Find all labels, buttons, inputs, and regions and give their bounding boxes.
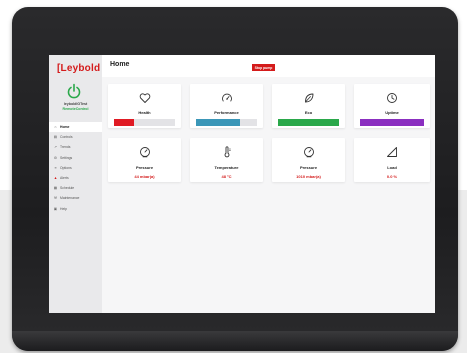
clock-icon: [387, 93, 397, 103]
card-title: Health: [138, 110, 151, 115]
sidebar-item-settings[interactable]: ⚙ Settings: [49, 153, 102, 163]
power-icon[interactable]: [67, 83, 81, 99]
sidebar: [Leybold leyboldIOTest RemoteControl ⌂ H…: [49, 55, 103, 313]
alert-icon: ▲: [53, 176, 58, 181]
sidebar-item-maintenance[interactable]: ⚒ Maintenance: [49, 193, 102, 203]
sidebar-item-help[interactable]: ▣ Help: [49, 204, 102, 214]
sidebar-item-options[interactable]: ≡ Options: [49, 163, 102, 173]
performance-bar-fill: [196, 119, 240, 126]
eco-card[interactable]: Eco: [272, 84, 345, 128]
pressure-card[interactable]: Pressure 44 mbar(a): [108, 138, 181, 182]
sidebar-item-label: Help: [60, 206, 67, 211]
gauge-icon: [221, 93, 232, 102]
load-triangle-icon: [387, 147, 397, 157]
card-title: Temperature: [214, 165, 239, 170]
card-title: Performance: [214, 110, 239, 115]
health-bar: [114, 119, 175, 126]
sidebar-item-label: Trends: [60, 145, 71, 150]
load-card[interactable]: Load 0.0 %: [354, 138, 430, 182]
hmi-screen: [Leybold leyboldIOTest RemoteControl ⌂ H…: [49, 55, 435, 313]
sidebar-item-label: Schedule: [60, 186, 75, 191]
wrench-icon: ⚒: [53, 196, 58, 201]
load-value: 0.0 %: [386, 174, 398, 179]
dashboard-content: Health Performance Eco Uptime Pressure 4…: [102, 77, 435, 313]
controls-icon: ▤: [53, 135, 58, 140]
health-bar-fill: [114, 119, 134, 126]
top-header: Home Stop pump: [102, 55, 435, 78]
stop-pump-button[interactable]: Stop pump: [252, 64, 275, 71]
sidebar-item-trends[interactable]: ↗ Trends: [49, 142, 102, 152]
help-icon: ▣: [53, 206, 58, 211]
home-icon: ⌂: [54, 125, 57, 130]
heart-icon: [139, 93, 150, 103]
sidebar-item-controls[interactable]: ▤ Controls: [49, 132, 102, 142]
performance-card[interactable]: Performance: [190, 84, 263, 128]
temperature-value: 48 °C: [221, 174, 232, 179]
device-name: leyboldIOTest: [63, 102, 88, 106]
performance-bar: [196, 119, 257, 126]
device-status: RemoteControl: [62, 107, 89, 111]
settings-icon: ⚙: [53, 155, 58, 160]
leybold-logo: [Leybold: [57, 63, 101, 74]
sidebar-item-home[interactable]: ⌂ Home: [49, 122, 102, 133]
page-title: Home: [110, 61, 130, 68]
uptime-bar-fill: [360, 119, 424, 126]
eco-bar-fill: [278, 119, 339, 126]
health-card[interactable]: Health: [108, 84, 181, 128]
sidebar-nav: ⌂ Home ▤ Controls ↗ Trends ⚙ Settings ≡ …: [49, 122, 102, 214]
leaf-icon: [304, 93, 313, 103]
sidebar-item-label: Alerts: [60, 176, 69, 181]
temperature-card[interactable]: Temperature 48 °C: [190, 138, 263, 182]
uptime-bar: [360, 119, 424, 126]
card-title: Pressure: [299, 165, 318, 170]
sidebar-item-schedule[interactable]: ▦ Schedule: [49, 183, 102, 193]
pressure-value: 44 mbar(a): [134, 174, 155, 179]
card-title: Uptime: [385, 110, 399, 115]
pressure-gauge-icon: [303, 147, 314, 158]
sidebar-item-label: Maintenance: [60, 196, 80, 201]
uptime-card[interactable]: Uptime: [354, 84, 430, 128]
sidebar-item-alerts[interactable]: ▲ Alerts: [49, 173, 102, 183]
card-title: Load: [387, 165, 397, 170]
pressure-gauge-icon: [139, 147, 150, 158]
card-title: Eco: [304, 110, 313, 115]
sidebar-item-label: Home: [60, 125, 70, 130]
thermometer-icon: [224, 146, 231, 158]
calendar-icon: ▦: [53, 186, 58, 191]
options-icon: ≡: [54, 165, 57, 170]
sidebar-item-label: Controls: [60, 135, 73, 140]
sidebar-item-label: Settings: [60, 155, 73, 160]
card-title: Pressure: [135, 165, 154, 170]
pressure-card-2[interactable]: Pressure 1010 mbar(a): [272, 138, 345, 182]
sidebar-item-label: Options: [60, 165, 72, 170]
trends-icon: ↗: [53, 145, 57, 150]
pressure-value: 1010 mbar(a): [296, 174, 321, 179]
hmi-device-base: [12, 331, 458, 351]
eco-bar: [278, 119, 339, 126]
